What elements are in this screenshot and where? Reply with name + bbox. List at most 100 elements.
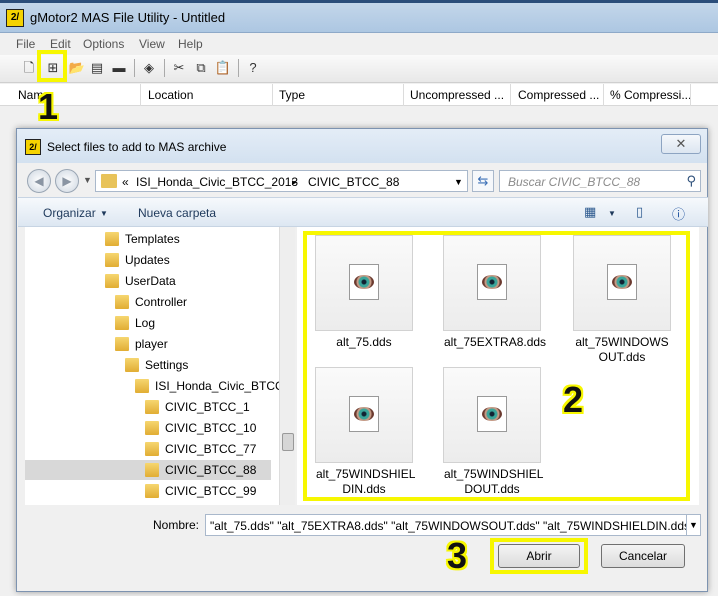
column-divider[interactable]: [603, 84, 604, 106]
search-icon: ⚲: [686, 173, 696, 188]
tree-item[interactable]: player: [25, 334, 271, 354]
menu-file[interactable]: File: [16, 37, 35, 51]
breadcrumb-overflow[interactable]: «: [122, 175, 129, 189]
tree-item-label: Updates: [125, 253, 170, 267]
new-file-icon[interactable]: 🗋: [20, 59, 38, 77]
highlight-add-files: [37, 50, 67, 82]
folder-icon: [145, 463, 159, 477]
menu-view[interactable]: View: [139, 37, 165, 51]
package-icon[interactable]: ◈: [140, 59, 158, 77]
annotation-number-2: 2: [563, 379, 584, 420]
toolbar: 🗋 ⊞ 📂 ▤ ▬ ◈ ✂ ⧉ 📋 ?: [0, 55, 718, 83]
help-icon[interactable]: ⓘ: [672, 204, 685, 223]
app-logo-icon: 2/: [6, 9, 24, 27]
column-divider[interactable]: [140, 84, 141, 106]
breadcrumb-parent[interactable]: ISI_Honda_Civic_BTCC_2013: [136, 175, 298, 189]
toolbar-separator: [238, 59, 239, 77]
folder-icon: [145, 400, 159, 414]
address-bar[interactable]: « ISI_Honda_Civic_BTCC_2013 ▸ CIVIC_BTCC…: [95, 170, 468, 192]
search-input[interactable]: Buscar CIVIC_BTCC_88 ⚲: [499, 170, 701, 192]
filename-label: Nombre:: [153, 518, 200, 532]
folder-icon: [145, 484, 159, 498]
tree-item-selected[interactable]: CIVIC_BTCC_88: [25, 460, 271, 480]
menu-options[interactable]: Options: [83, 37, 124, 51]
navigation-row: ◀ ▶ ▼ « ISI_Honda_Civic_BTCC_2013 ▸ CIVI…: [17, 165, 707, 195]
extract-icon[interactable]: ▬: [110, 59, 128, 77]
close-button[interactable]: ✕: [661, 134, 701, 154]
scrollbar-thumb[interactable]: [282, 433, 294, 451]
breadcrumb-current[interactable]: CIVIC_BTCC_88: [308, 175, 399, 189]
folder-icon: [115, 316, 129, 330]
tree-item[interactable]: CIVIC_BTCC_1: [25, 397, 271, 417]
column-divider[interactable]: [510, 84, 511, 106]
tree-item[interactable]: Templates: [25, 229, 271, 249]
folder-icon: [101, 174, 117, 188]
menubar: File Edit Options View Help: [0, 34, 718, 54]
tree-item-label: CIVIC_BTCC_1: [165, 400, 250, 414]
tree-item[interactable]: ISI_Honda_Civic_BTCC_: [25, 376, 290, 396]
column-divider[interactable]: [403, 84, 404, 106]
toolbar-separator: [134, 59, 135, 77]
organize-button[interactable]: Organizar: [43, 206, 96, 220]
tree-scrollbar[interactable]: [279, 227, 295, 505]
tree-item-label: Settings: [145, 358, 189, 372]
tree-item[interactable]: CIVIC_BTCC_10: [25, 418, 271, 438]
highlight-selected-files: [303, 231, 690, 501]
tree-item[interactable]: Updates: [25, 250, 271, 270]
open-button[interactable]: Abrir: [498, 544, 580, 568]
filename-input[interactable]: "alt_75.dds" "alt_75EXTRA8.dds" "alt_75W…: [205, 514, 687, 536]
toolbar-separator: [164, 59, 165, 77]
preview-pane-icon[interactable]: ▯: [636, 204, 643, 220]
organize-dropdown-icon[interactable]: ▼: [100, 209, 108, 218]
tree-item-label: CIVIC_BTCC_88: [165, 463, 257, 477]
tree-item[interactable]: Settings: [25, 355, 271, 375]
dialog-logo-icon: 2/: [25, 139, 41, 155]
filename-row: Nombre: "alt_75.dds" "alt_75EXTRA8.dds" …: [17, 513, 707, 537]
menu-edit[interactable]: Edit: [50, 37, 71, 51]
column-divider[interactable]: [272, 84, 273, 106]
cut-icon[interactable]: ✂: [170, 59, 188, 77]
breadcrumb-separator-icon[interactable]: ▸: [292, 177, 297, 188]
refresh-icon: ⇆: [477, 173, 489, 188]
help-icon[interactable]: ?: [244, 59, 262, 77]
menu-help[interactable]: Help: [178, 37, 203, 51]
tree-item[interactable]: CIVIC_BTCC_99: [25, 481, 271, 501]
folder-icon: [105, 232, 119, 246]
annotation-number-1: 1: [38, 86, 59, 127]
tree-item[interactable]: Log: [25, 313, 271, 333]
folder-icon: [105, 274, 119, 288]
copy-icon[interactable]: ⧉: [192, 59, 210, 77]
search-placeholder: Buscar CIVIC_BTCC_88: [508, 175, 641, 189]
refresh-button[interactable]: ⇆: [472, 170, 494, 192]
column-location[interactable]: Location: [148, 88, 193, 102]
annotation-number-3: 3: [447, 535, 468, 576]
cancel-button[interactable]: Cancelar: [601, 544, 685, 568]
paste-icon[interactable]: 📋: [214, 59, 232, 77]
column-compressed[interactable]: Compressed ...: [518, 88, 599, 102]
filename-value: "alt_75.dds" "alt_75EXTRA8.dds" "alt_75W…: [210, 519, 687, 533]
tree-item[interactable]: UserData: [25, 271, 271, 291]
address-dropdown-icon[interactable]: ▼: [454, 177, 463, 187]
column-type[interactable]: Type: [279, 88, 305, 102]
tree-item-label: CIVIC_BTCC_99: [165, 484, 257, 498]
dialog-title: Select files to add to MAS archive: [47, 140, 227, 154]
new-folder-button[interactable]: Nueva carpeta: [138, 206, 216, 220]
column-divider[interactable]: [690, 84, 691, 106]
tree-item[interactable]: Controller: [25, 292, 271, 312]
view-dropdown-icon[interactable]: ▼: [608, 209, 616, 218]
filename-dropdown-icon[interactable]: ▼: [687, 514, 701, 536]
folder-tree: Templates Updates UserData Controller Lo…: [25, 227, 295, 505]
history-dropdown-icon[interactable]: ▼: [83, 175, 92, 185]
save-archive-icon[interactable]: ▤: [88, 59, 106, 77]
tree-item-label: UserData: [125, 274, 176, 288]
tree-item[interactable]: CIVIC_BTCC_77: [25, 439, 271, 459]
forward-button[interactable]: ▶: [55, 169, 79, 193]
column-compression[interactable]: % Compressi...: [610, 88, 691, 102]
back-button[interactable]: ◀: [27, 169, 51, 193]
column-uncompressed[interactable]: Uncompressed ...: [410, 88, 504, 102]
open-folder-icon[interactable]: 📂: [68, 59, 86, 77]
view-options-icon[interactable]: ▦: [584, 204, 596, 220]
folder-icon: [105, 253, 119, 267]
folder-icon: [145, 442, 159, 456]
folder-icon: [145, 421, 159, 435]
